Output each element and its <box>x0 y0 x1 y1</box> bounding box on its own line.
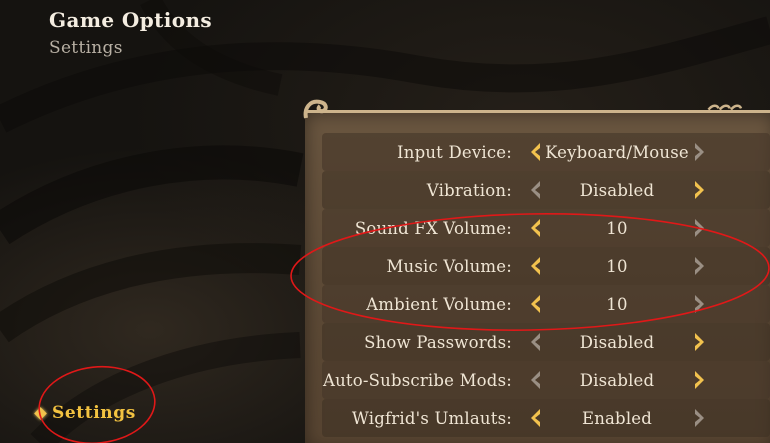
setting-label: Sound FX Volume: <box>354 218 512 238</box>
panel-corner-ornament-left <box>303 99 328 119</box>
setting-value: 10 <box>606 294 628 314</box>
chevron-left-icon[interactable] <box>528 217 542 239</box>
setting-label: Music Volume: <box>386 256 512 276</box>
setting-value: 10 <box>606 256 628 276</box>
nav-settings-label: Settings <box>52 403 136 423</box>
setting-row[interactable]: Ambient Volume: 10 <box>322 285 770 323</box>
page-subtitle: Settings <box>49 38 123 58</box>
chevron-right-icon[interactable] <box>692 255 706 277</box>
chevron-left-icon[interactable] <box>528 369 542 391</box>
chevron-right-icon[interactable] <box>692 141 706 163</box>
chevron-right-icon[interactable] <box>692 331 706 353</box>
setting-row[interactable]: Music Volume: 10 <box>322 247 770 285</box>
setting-row[interactable]: Wigfrid's Umlauts: Enabled <box>322 399 770 437</box>
chevron-left-icon[interactable] <box>528 141 542 163</box>
settings-list: Input Device: Keyboard/Mouse Vibration: Dis… <box>322 133 770 437</box>
chevron-left-icon[interactable] <box>528 255 542 277</box>
setting-row[interactable]: Vibration: Disabled <box>322 171 770 209</box>
setting-label: Input Device: <box>397 142 512 162</box>
setting-row[interactable]: Input Device: Keyboard/Mouse <box>322 133 770 171</box>
diamond-icon <box>34 406 47 420</box>
setting-row[interactable]: Auto-Subscribe Mods: Disabled <box>322 361 770 399</box>
chevron-right-icon[interactable] <box>692 293 706 315</box>
setting-row[interactable]: Sound FX Volume: 10 <box>322 209 770 247</box>
setting-row[interactable]: Show Passwords: Disabled <box>322 323 770 361</box>
setting-label: Vibration: <box>426 180 512 200</box>
setting-label: Ambient Volume: <box>366 294 512 314</box>
chevron-left-icon[interactable] <box>528 293 542 315</box>
page-title: Game Options <box>49 8 213 32</box>
panel-corner-ornament-right <box>707 104 743 111</box>
chevron-left-icon[interactable] <box>528 331 542 353</box>
chevron-right-icon[interactable] <box>692 217 706 239</box>
setting-value: Disabled <box>579 180 655 200</box>
chevron-right-icon[interactable] <box>692 369 706 391</box>
setting-label: Show Passwords: <box>364 332 512 352</box>
nav-current-page[interactable]: Settings <box>34 403 136 423</box>
setting-value: Keyboard/Mouse <box>545 142 689 162</box>
setting-value: 10 <box>606 218 628 238</box>
setting-value: Disabled <box>579 332 655 352</box>
setting-value: Enabled <box>581 408 653 428</box>
setting-label: Auto-Subscribe Mods: <box>322 370 512 390</box>
chevron-right-icon[interactable] <box>692 179 706 201</box>
setting-label: Wigfrid's Umlauts: <box>351 408 512 428</box>
chevron-right-icon[interactable] <box>692 407 706 429</box>
chevron-left-icon[interactable] <box>528 407 542 429</box>
header: Game Options Settings <box>49 8 212 58</box>
chevron-left-icon[interactable] <box>528 179 542 201</box>
setting-value: Disabled <box>579 370 655 390</box>
